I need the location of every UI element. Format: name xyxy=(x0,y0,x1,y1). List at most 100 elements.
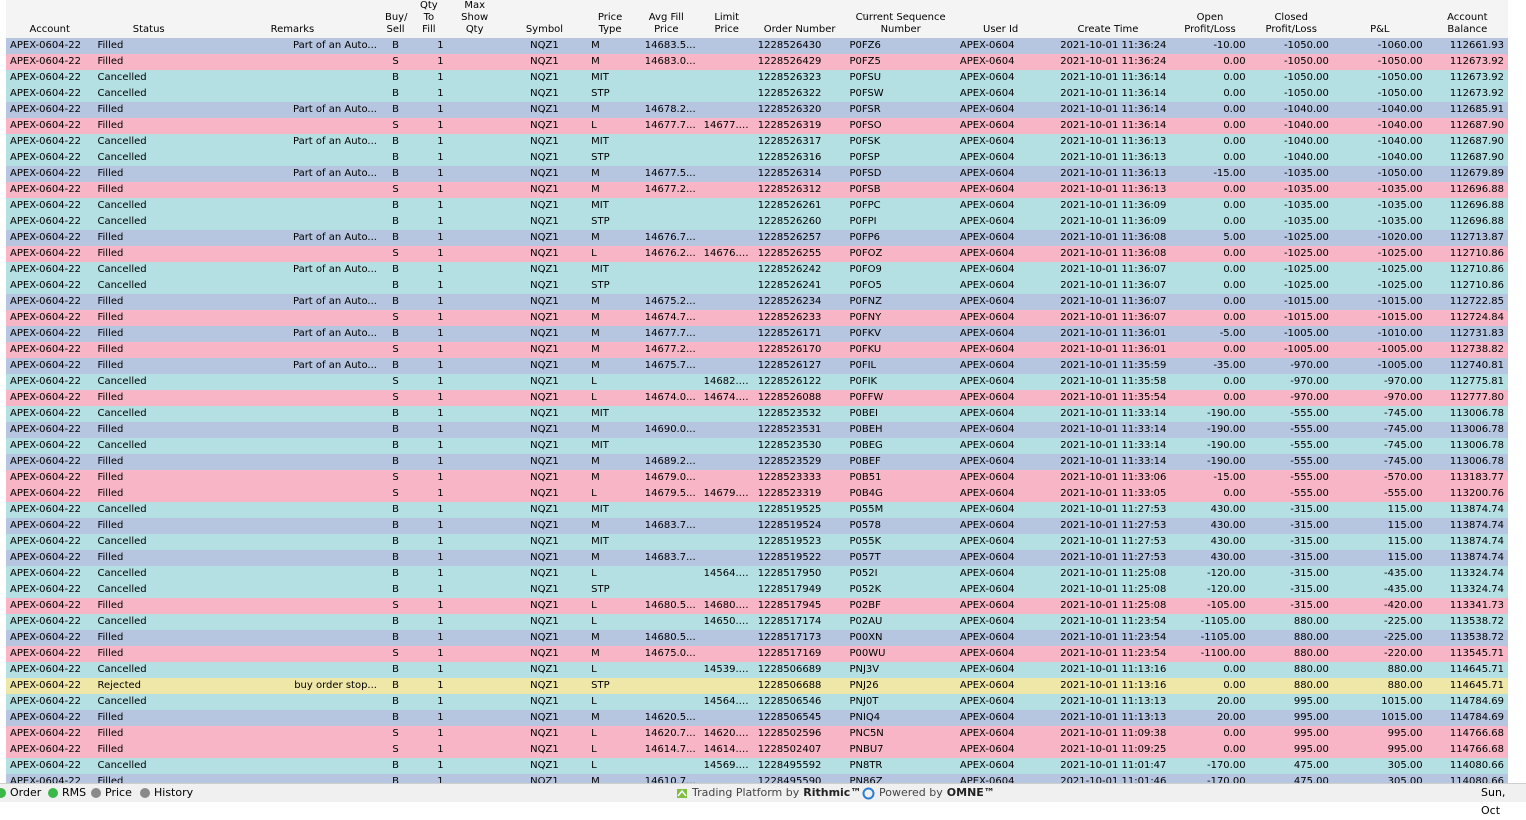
table-row[interactable]: APEX-0604-22 Filled B 1 NQZ1 M 14689.2... 12285… xyxy=(6,454,1508,470)
table-row[interactable]: APEX-0604-22 Filled B 1 NQZ1 M 14620.5... 12285… xyxy=(6,710,1508,726)
sort-descending-icon[interactable]: ▽ xyxy=(862,12,868,21)
table-row[interactable]: APEX-0604-22 Cancelled B 1 NQZ1 MIT 1228526261… xyxy=(6,198,1508,214)
status-rms[interactable]: RMS xyxy=(48,784,86,802)
table-row[interactable]: APEX-0604-22 Cancelled B 1 NQZ1 MIT 1228519525… xyxy=(6,502,1508,518)
column-header-time[interactable]: Create Time xyxy=(1045,0,1171,38)
cell-remarks xyxy=(203,86,381,102)
status-order[interactable]: Order xyxy=(0,784,41,802)
cell-seq: P0FSP xyxy=(845,150,956,166)
table-row[interactable]: APEX-0604-22 Cancelled B 1 NQZ1 STP 1228517949… xyxy=(6,582,1508,598)
table-row[interactable]: APEX-0604-22 Filled B 1 NQZ1 M 14690.0... 12285… xyxy=(6,422,1508,438)
cell-ptype: MIT xyxy=(587,406,633,422)
table-row[interactable]: APEX-0604-22 Filled B 1 NQZ1 M 14680.5... 12285… xyxy=(6,630,1508,646)
column-header-remarks[interactable]: Remarks xyxy=(203,0,381,38)
table-row[interactable]: APEX-0604-22 Cancelled Part of an Auto... B… xyxy=(6,262,1508,278)
table-row[interactable]: APEX-0604-22 Filled B 1 NQZ1 M 14683.7... 12285… xyxy=(6,518,1508,534)
table-row[interactable]: APEX-0604-22 Filled B 1 NQZ1 M 14610.7... 12284… xyxy=(6,774,1508,783)
status-price[interactable]: Price xyxy=(91,784,132,802)
column-header-openpl[interactable]: Open Profit/Loss xyxy=(1170,0,1250,38)
table-row[interactable]: APEX-0604-22 Filled S 1 NQZ1 L 14620.7... 14620… xyxy=(6,726,1508,742)
table-row[interactable]: APEX-0604-22 Filled S 1 NQZ1 L 14680.5... 14680… xyxy=(6,598,1508,614)
table-row[interactable]: APEX-0604-22 Cancelled B 1 NQZ1 STP 1228526322… xyxy=(6,86,1508,102)
cell-user: APEX-0604 xyxy=(955,422,1046,438)
cell-closedpl: -1050.00 xyxy=(1249,38,1333,54)
cell-symbol: NQZ1 xyxy=(501,454,588,470)
table-row[interactable]: APEX-0604-22 Filled S 1 NQZ1 M 14683.0... 12285… xyxy=(6,54,1508,70)
table-row[interactable]: APEX-0604-22 Filled Part of an Auto... B 1 NQ… xyxy=(6,294,1508,310)
table-row[interactable]: APEX-0604-22 Cancelled B 1 NQZ1 L 14564.75 1228… xyxy=(6,694,1508,710)
table-row[interactable]: APEX-0604-22 Cancelled B 1 NQZ1 MIT 1228526323… xyxy=(6,70,1508,86)
order-history-grid[interactable]: ▽ Account Status Remarks Buy/ Sell Qty To Fi… xyxy=(0,0,1526,783)
table-row[interactable]: APEX-0604-22 Cancelled B 1 NQZ1 MIT 1228523530… xyxy=(6,438,1508,454)
cell-order: 1228517169 xyxy=(753,646,846,662)
column-header-avgfill[interactable]: Avg Fill Price xyxy=(632,0,700,38)
table-row[interactable]: APEX-0604-22 Filled S 1 NQZ1 L 14676.2... 14676… xyxy=(6,246,1508,262)
column-header-user[interactable]: User Id xyxy=(955,0,1046,38)
table-row[interactable]: APEX-0604-22 Filled S 1 NQZ1 M 14675.0... 12285… xyxy=(6,646,1508,662)
table-row[interactable]: APEX-0604-22 Cancelled S 1 NQZ1 L 14682.75 1228… xyxy=(6,374,1508,390)
cell-status: Cancelled xyxy=(93,502,204,518)
table-row[interactable]: APEX-0604-22 Filled B 1 NQZ1 M 14683.7... 12285… xyxy=(6,550,1508,566)
table-row[interactable]: APEX-0604-22 Filled Part of an Auto... B 1 NQ… xyxy=(6,38,1508,54)
cell-closedpl: 880.00 xyxy=(1249,662,1333,678)
column-header-account[interactable]: Account xyxy=(6,0,94,38)
table-row[interactable]: APEX-0604-22 Filled Part of an Auto... B 1 NQ… xyxy=(6,358,1508,374)
cell-maxshow xyxy=(447,678,502,694)
cell-symbol: NQZ1 xyxy=(501,534,588,550)
table-row[interactable]: APEX-0604-22 Cancelled Part of an Auto... B… xyxy=(6,134,1508,150)
table-row[interactable]: APEX-0604-22 Filled S 1 NQZ1 M 14674.7... 12285… xyxy=(6,310,1508,326)
table-row[interactable]: APEX-0604-22 Filled S 1 NQZ1 L 14679.5... 14679… xyxy=(6,486,1508,502)
cell-pnl: -1010.00 xyxy=(1332,326,1427,342)
cell-avgfill: 14683.5... xyxy=(632,38,700,54)
cell-balance: 112696.88 xyxy=(1426,182,1508,198)
table-row[interactable]: APEX-0604-22 Filled Part of an Auto... B 1 NQ… xyxy=(6,326,1508,342)
cell-qty: 1 xyxy=(410,38,448,54)
table-row[interactable]: APEX-0604-22 Cancelled B 1 NQZ1 L 14564.75 1228… xyxy=(6,566,1508,582)
column-header-pnl[interactable]: P&L xyxy=(1332,0,1427,38)
cell-maxshow xyxy=(447,246,502,262)
table-row[interactable]: APEX-0604-22 Filled S 1 NQZ1 L 14677.7... 14677… xyxy=(6,118,1508,134)
table-row[interactable]: APEX-0604-22 Cancelled B 1 NQZ1 STP 1228526316… xyxy=(6,150,1508,166)
column-header-limit[interactable]: Limit Price xyxy=(699,0,754,38)
table-row[interactable]: APEX-0604-22 Cancelled B 1 NQZ1 STP 1228526260… xyxy=(6,214,1508,230)
column-header-symbol[interactable]: Symbol xyxy=(501,0,588,38)
table-row[interactable]: APEX-0604-22 Filled S 1 NQZ1 M 14677.2... 12285… xyxy=(6,182,1508,198)
cell-closedpl: -1050.00 xyxy=(1249,54,1333,70)
cell-time: 2021-10-01 11:09:25 xyxy=(1045,742,1171,758)
column-header-side[interactable]: Buy/ Sell xyxy=(380,0,411,38)
column-header-closedpl[interactable]: Closed Profit/Loss xyxy=(1249,0,1333,38)
cell-status: Cancelled xyxy=(93,86,204,102)
column-header-qty[interactable]: Qty To Fill xyxy=(410,0,448,38)
cell-account: APEX-0604-22 xyxy=(6,454,94,470)
cell-avgfill: 14679.0... xyxy=(632,470,700,486)
table-row[interactable]: APEX-0604-22 Cancelled B 1 NQZ1 L 14569.50 1228… xyxy=(6,758,1508,774)
cell-openpl: 0.00 xyxy=(1170,182,1250,198)
table-row[interactable]: APEX-0604-22 Filled S 1 NQZ1 M 14679.0... 12285… xyxy=(6,470,1508,486)
cell-account: APEX-0604-22 xyxy=(6,150,94,166)
cell-symbol: NQZ1 xyxy=(501,246,588,262)
cell-limit: 14674.00 xyxy=(699,390,754,406)
table-row[interactable]: APEX-0604-22 Cancelled B 1 NQZ1 MIT 1228519523… xyxy=(6,534,1508,550)
table-row[interactable]: APEX-0604-22 Filled S 1 NQZ1 L 14674.0... 14674… xyxy=(6,390,1508,406)
cell-avgfill xyxy=(632,86,700,102)
cell-qty: 1 xyxy=(410,582,448,598)
column-header-order[interactable]: Order Number xyxy=(753,0,846,38)
table-row[interactable]: APEX-0604-22 Filled Part of an Auto... B 1 NQ… xyxy=(6,166,1508,182)
cell-pnl: 115.00 xyxy=(1332,534,1427,550)
table-row[interactable]: APEX-0604-22 Cancelled B 1 NQZ1 L 14650.00 1228… xyxy=(6,614,1508,630)
table-row[interactable]: APEX-0604-22 Rejected buy order stop... B 1 N… xyxy=(6,678,1508,694)
column-header-maxshow[interactable]: Max Show Qty xyxy=(447,0,502,38)
table-row[interactable]: APEX-0604-22 Filled S 1 NQZ1 M 14677.2... 12285… xyxy=(6,342,1508,358)
table-row[interactable]: APEX-0604-22 Filled S 1 NQZ1 L 14614.7... 14614… xyxy=(6,742,1508,758)
table-row[interactable]: APEX-0604-22 Cancelled B 1 NQZ1 MIT 1228523532… xyxy=(6,406,1508,422)
table-row[interactable]: APEX-0604-22 Filled Part of an Auto... B 1 NQ… xyxy=(6,102,1508,118)
cell-side: S xyxy=(380,470,411,486)
column-header-status[interactable]: Status xyxy=(93,0,204,38)
table-row[interactable]: APEX-0604-22 Filled Part of an Auto... B 1 NQ… xyxy=(6,230,1508,246)
column-header-balance[interactable]: Account Balance xyxy=(1426,0,1508,38)
column-header-ptype[interactable]: Price Type xyxy=(587,0,633,38)
table-row[interactable]: APEX-0604-22 Cancelled B 1 NQZ1 L 14539.75 1228… xyxy=(6,662,1508,678)
status-history[interactable]: History xyxy=(140,784,193,802)
table-row[interactable]: APEX-0604-22 Cancelled B 1 NQZ1 STP 1228526241… xyxy=(6,278,1508,294)
cell-maxshow xyxy=(447,710,502,726)
